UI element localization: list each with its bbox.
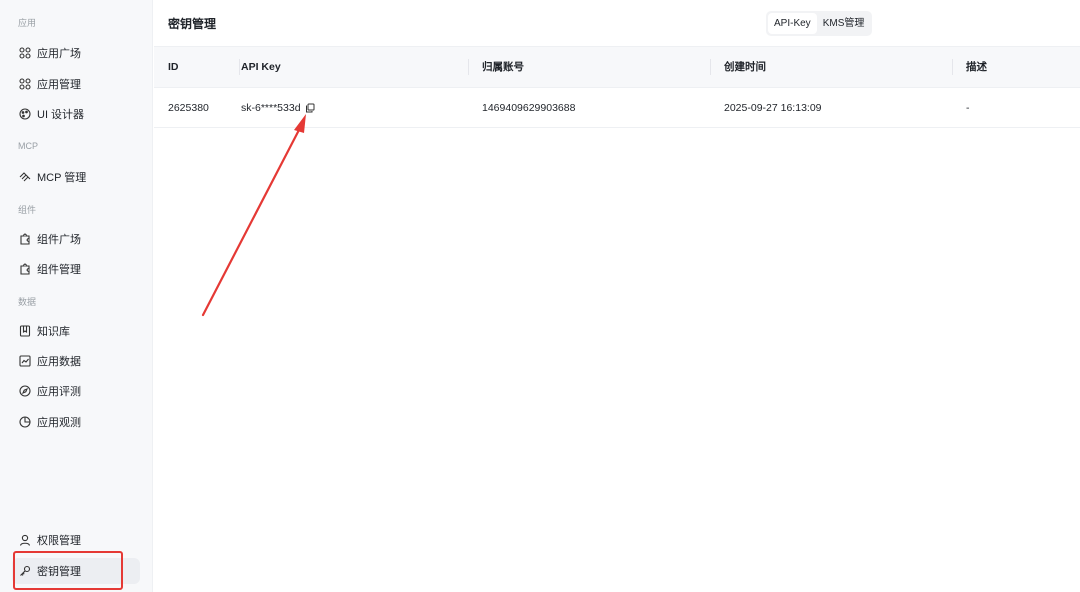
sidebar-item-app-plaza[interactable]: 应用广场	[12, 40, 140, 66]
grid-icon	[19, 78, 31, 90]
mcp-icon	[19, 171, 31, 183]
sidebar-item-label: 应用广场	[37, 48, 81, 60]
sidebar-item-label: 权限管理	[37, 535, 81, 547]
cell-description: -	[966, 102, 970, 114]
column-header-description: 描述	[952, 47, 987, 87]
section-title-apps: 应用	[18, 18, 37, 28]
puzzle-icon	[19, 263, 31, 275]
line-chart-icon	[19, 355, 31, 367]
compass-icon	[19, 385, 31, 397]
sidebar-item-app-evaluation[interactable]: 应用评测	[12, 378, 140, 404]
copy-icon[interactable]	[305, 103, 315, 113]
column-header-api-key: API Key	[239, 59, 281, 75]
app-window: 应用 应用广场 应用管理 UI 设计器 MCP MCP 管理 组件 组件广场 组…	[0, 0, 1080, 592]
section-title-data: 数据	[18, 297, 37, 307]
sidebar-item-component-plaza[interactable]: 组件广场	[12, 226, 140, 252]
sidebar-item-component-manage[interactable]: 组件管理	[12, 256, 140, 282]
tab-api-key[interactable]: API-Key	[768, 13, 817, 34]
cell-id: 2625380	[168, 102, 209, 114]
column-header-created: 创建时间	[710, 47, 766, 87]
sidebar-item-ui-designer[interactable]: UI 设计器	[12, 101, 140, 127]
sidebar: 应用 应用广场 应用管理 UI 设计器 MCP MCP 管理 组件 组件广场 组…	[0, 0, 153, 592]
key-icon	[19, 565, 31, 577]
sidebar-item-label: 组件广场	[37, 234, 81, 246]
cell-created-time: 2025-09-27 16:13:09	[724, 102, 822, 114]
palette-icon	[19, 108, 31, 120]
section-title-mcp: MCP	[18, 141, 38, 151]
tab-switcher: API-Key KMS管理	[766, 11, 873, 36]
sidebar-item-knowledge-base[interactable]: 知识库	[12, 318, 140, 344]
sidebar-item-label: 应用管理	[37, 79, 81, 91]
sidebar-item-app-data[interactable]: 应用数据	[12, 348, 140, 374]
api-key-table: ID API Key 归属账号 创建时间 描述 2625380 sk-6****…	[154, 46, 1080, 128]
column-header-account: 归属账号	[468, 47, 524, 87]
pie-chart-icon	[19, 416, 31, 428]
sidebar-item-label: 应用评测	[37, 386, 81, 398]
cell-api-key: sk-6****533d	[241, 88, 315, 128]
column-header-id: ID	[168, 61, 179, 73]
section-title-components: 组件	[18, 205, 37, 215]
table-header-row: ID API Key 归属账号 创建时间 描述	[154, 46, 1080, 88]
cell-account: 1469409629903688	[482, 102, 576, 114]
sidebar-item-permissions[interactable]: 权限管理	[12, 527, 140, 553]
sidebar-item-label: 应用观测	[37, 417, 81, 429]
table-row: 2625380 sk-6****533d 1469409629903688 20…	[154, 88, 1080, 128]
sidebar-item-label: 组件管理	[37, 264, 81, 276]
tab-kms-manage[interactable]: KMS管理	[817, 13, 871, 34]
page-header: 密钥管理 API-Key KMS管理	[154, 0, 1080, 46]
sidebar-item-key-manage[interactable]: 密钥管理	[12, 558, 140, 584]
book-icon	[19, 325, 31, 337]
grid-icon	[19, 47, 31, 59]
sidebar-item-label: MCP 管理	[37, 172, 87, 184]
sidebar-item-label: 密钥管理	[37, 566, 81, 578]
sidebar-item-mcp-manage[interactable]: MCP 管理	[12, 164, 140, 190]
sidebar-item-label: UI 设计器	[37, 109, 85, 121]
puzzle-icon	[19, 233, 31, 245]
sidebar-item-label: 知识库	[37, 326, 70, 338]
sidebar-item-label: 应用数据	[37, 356, 81, 368]
user-icon	[19, 534, 31, 546]
sidebar-item-app-manage[interactable]: 应用管理	[12, 71, 140, 97]
sidebar-item-app-observe[interactable]: 应用观测	[12, 409, 140, 435]
api-key-value: sk-6****533d	[241, 102, 301, 114]
page-title: 密钥管理	[168, 17, 217, 31]
